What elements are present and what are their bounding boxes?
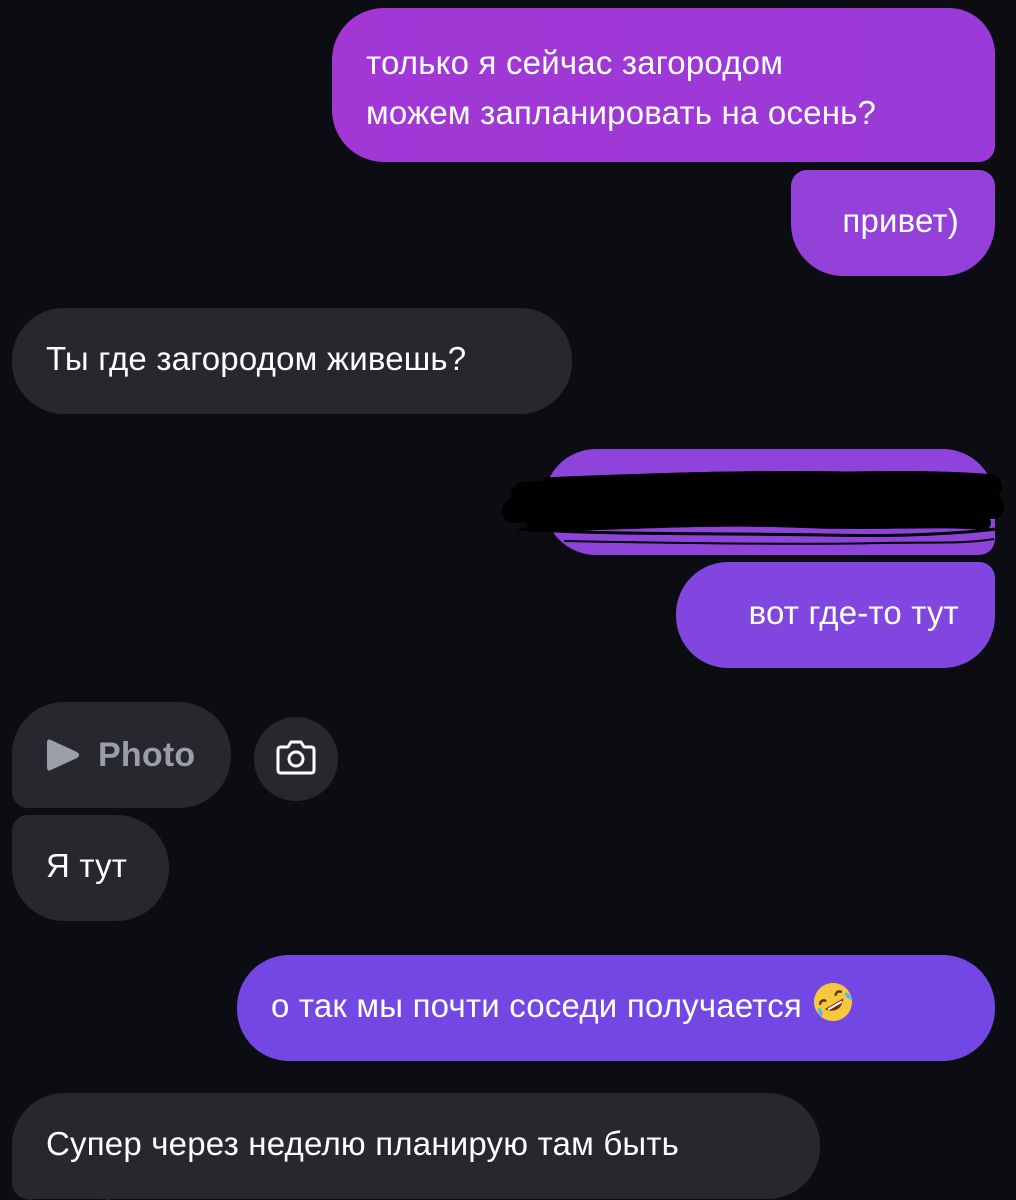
camera-icon [275,738,317,781]
message-text: Ты где загородом живешь? [46,340,467,377]
message-outgoing[interactable]: только я сейчас загородом можем запланир… [332,8,995,162]
message-text: о так мы почти соседи получается [271,987,802,1024]
message-outgoing[interactable]: привет) [791,170,995,276]
message-incoming[interactable]: Ты где загородом живешь? [12,308,572,414]
message-outgoing-redacted[interactable] [502,449,1004,555]
message-incoming[interactable]: Супер через неделю планирую там быть [12,1093,820,1199]
message-text: привет) [842,202,959,239]
redaction-scribble [502,470,1004,545]
message-thread: только я сейчас загородом можем запланир… [0,0,1016,1200]
message-outgoing[interactable]: о так мы почти соседи получается [237,955,995,1061]
message-outgoing[interactable]: вот где-то тут [676,562,995,668]
photo-message[interactable]: Photo [12,702,231,808]
rofl-emoji-icon [812,981,854,1023]
camera-button[interactable] [254,717,338,801]
message-text: вот где-то тут [748,594,959,631]
message-text: только я сейчас загородом можем запланир… [366,44,877,131]
message-incoming[interactable]: Я тут [12,815,169,921]
message-text: Супер через неделю планирую там быть [46,1125,680,1162]
play-icon [44,735,84,775]
photo-label: Photo [98,735,196,774]
message-text: Я тут [46,847,128,884]
